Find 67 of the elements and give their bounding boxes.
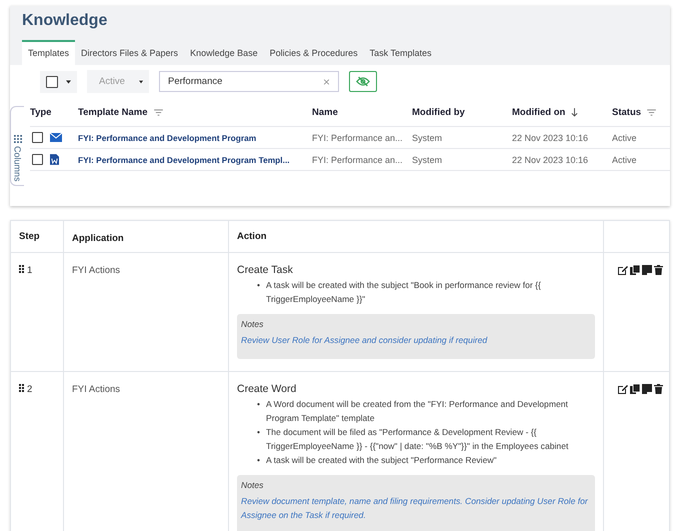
column-header[interactable]: Template Name <box>78 106 148 118</box>
bullet-marker: • <box>257 426 260 439</box>
column-header[interactable]: Type <box>30 106 52 118</box>
tab[interactable]: Templates <box>22 40 76 65</box>
table-cell-text: FYI: Performance an... <box>312 132 404 142</box>
template-name-link[interactable]: FYI: Performance and Development Program Templ... <box>78 154 290 164</box>
template-name-link[interactable]: FYI: Performance and Development Program <box>78 132 256 142</box>
column-header: Step <box>19 231 40 242</box>
columns-panel-tab[interactable]: Columns <box>10 106 24 186</box>
filter-icon[interactable] <box>647 108 656 116</box>
page-title: Knowledge <box>22 12 108 31</box>
tab[interactable]: Policies & Procedures <box>264 40 364 65</box>
edit-icon[interactable] <box>618 384 628 394</box>
action-title: Create Word <box>237 383 298 395</box>
checkbox[interactable] <box>46 76 58 88</box>
copy-icon[interactable] <box>630 384 640 394</box>
notes-text: Review document template, name and filing requirements. Consider updating User Role for Assignee on the Task if required. <box>241 495 589 522</box>
edit-icon[interactable] <box>618 265 628 275</box>
sort-down-icon[interactable] <box>571 108 578 116</box>
notes-label: Notes <box>241 480 264 490</box>
filter-icon[interactable] <box>154 108 163 116</box>
table-cell-text: Active <box>612 154 638 164</box>
drag-handle-icon[interactable] <box>19 265 24 273</box>
bullet-marker: • <box>257 279 260 292</box>
step-number: 2 <box>27 384 32 395</box>
row-checkbox[interactable] <box>32 132 43 143</box>
bullet-marker: • <box>257 398 260 411</box>
bullet-marker: • <box>257 454 260 467</box>
trash-icon[interactable] <box>654 265 663 275</box>
notes-text: Review User Role for Assignee and consider updating if required <box>241 334 488 347</box>
column-header: Action <box>237 231 267 242</box>
action-title: Create Task <box>237 264 294 276</box>
application-name: FYI Actions <box>72 384 120 395</box>
table-cell-text: Active <box>612 132 638 142</box>
column-header[interactable]: Name <box>312 106 338 118</box>
column-header[interactable]: Status <box>612 106 642 118</box>
eye-slash-icon <box>356 76 370 87</box>
table-cell-text: FYI: Performance an... <box>312 154 404 164</box>
column-header[interactable]: Modified on <box>512 106 566 118</box>
application-name: FYI Actions <box>72 265 120 276</box>
table-cell-text: 22 Nov 2023 10:16 <box>512 154 590 164</box>
action-description: A task will be created with the subject "Book in performance review for {{ TriggerEmployeeName }}" <box>266 279 542 306</box>
table-cell-text: System <box>412 154 444 164</box>
step-number: 1 <box>27 265 32 276</box>
select-all-dropdown[interactable] <box>40 70 77 92</box>
tab[interactable]: Directors Files & Papers <box>75 40 184 65</box>
table-cell-text: 22 Nov 2023 10:16 <box>512 132 590 142</box>
search-field[interactable]: Performance × <box>159 71 339 92</box>
envelope-icon <box>50 133 62 142</box>
action-description: A Word document will be created from the "FYI: Performance and Development Program Template" template <box>266 398 569 425</box>
action-description: A task will be created with the subject "Performance Review" <box>266 454 497 467</box>
caret-icon <box>138 80 143 84</box>
hide-toggle-button[interactable] <box>349 71 377 92</box>
column-header: Application <box>72 233 124 244</box>
copy-icon[interactable] <box>630 265 640 275</box>
table-cell-text: System <box>412 132 444 142</box>
word-document-icon <box>50 154 59 165</box>
column-header[interactable]: Modified by <box>412 106 465 118</box>
caret-icon <box>66 80 71 84</box>
action-description: The document will be filed as "Performance & Development Review - {{ TriggerEmployeeName }} - {{"now" | date: "%B %Y"}}" in the Employees cabinet <box>266 426 570 453</box>
notes-label: Notes <box>241 319 264 329</box>
drag-handle-icon[interactable] <box>19 384 24 392</box>
row-checkbox[interactable] <box>32 154 43 165</box>
grid-icon <box>14 135 22 143</box>
tab[interactable]: Knowledge Base <box>184 40 264 65</box>
trash-icon[interactable] <box>654 384 663 394</box>
tab[interactable]: Task Templates <box>364 40 438 65</box>
